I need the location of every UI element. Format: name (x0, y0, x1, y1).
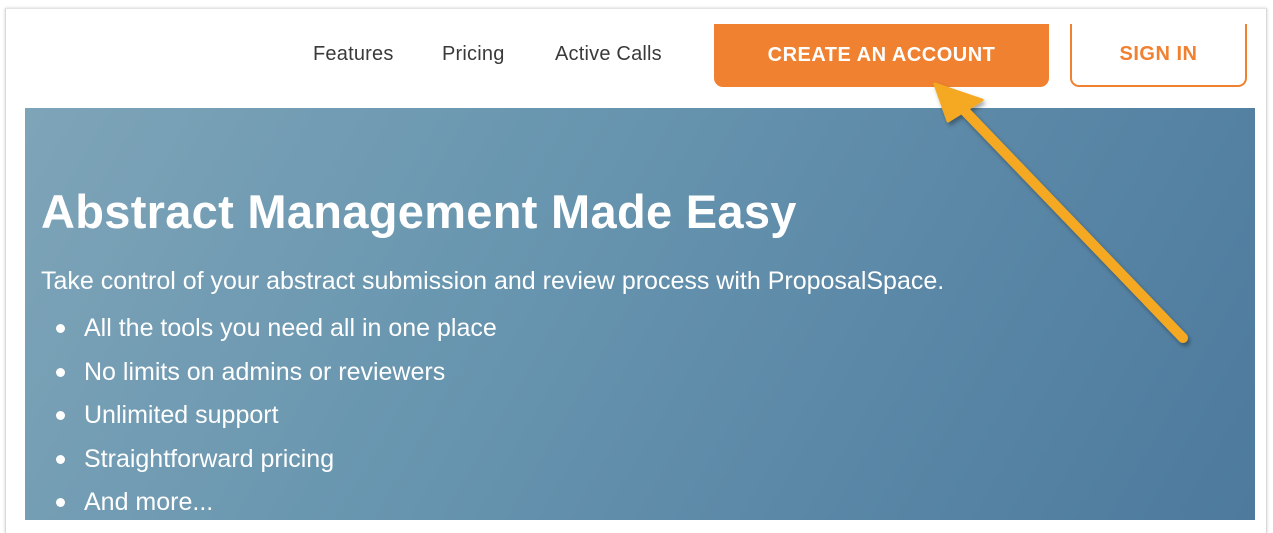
list-item: All the tools you need all in one place (41, 312, 497, 356)
hero-title: Abstract Management Made Easy (41, 185, 797, 238)
list-item-text: All the tools you need all in one place (84, 314, 497, 342)
list-item: Unlimited support (41, 399, 497, 443)
bullet-icon (56, 454, 65, 464)
nav-link-features[interactable]: Features (313, 42, 394, 66)
nav-link-active-calls[interactable]: Active Calls (555, 42, 662, 66)
bullet-icon (56, 324, 65, 333)
hero-subtitle: Take control of your abstract submission… (41, 267, 945, 295)
list-item-text: And more... (84, 488, 214, 517)
bullet-icon (56, 498, 65, 508)
bullet-icon (56, 411, 65, 421)
list-item: No limits on admins or reviewers (41, 356, 497, 400)
list-item-text: No limits on admins or reviewers (84, 357, 446, 386)
list-item-text: Straightforward pricing (84, 444, 335, 473)
create-account-button[interactable]: CREATE AN ACCOUNT (714, 24, 1049, 87)
list-item-text: Unlimited support (84, 401, 279, 430)
bullet-icon (56, 367, 65, 377)
nav-link-pricing[interactable]: Pricing (442, 42, 505, 66)
hero-banner: Abstract Management Made Easy Take contr… (25, 108, 1255, 520)
list-item: And more... (41, 486, 497, 520)
sign-in-button[interactable]: SIGN IN (1070, 24, 1247, 87)
list-item: Straightforward pricing (41, 443, 497, 487)
feature-list: All the tools you need all in one place … (41, 312, 497, 520)
